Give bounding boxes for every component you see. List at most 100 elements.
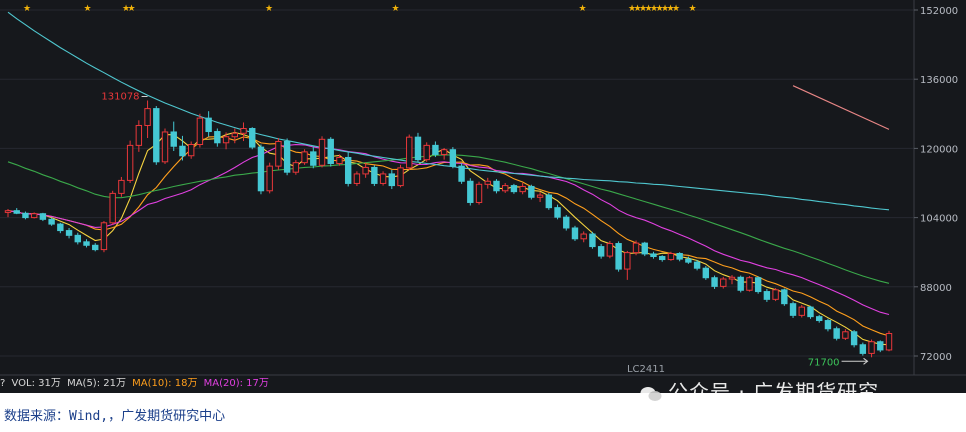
candlestick	[371, 165, 378, 187]
candle-body	[606, 243, 614, 257]
ma-line-3	[7, 154, 890, 284]
volume-value: VOL: 31万	[11, 378, 61, 389]
candlestick	[458, 163, 465, 184]
candlestick	[362, 162, 369, 178]
candle-body	[667, 252, 675, 261]
candle-body	[222, 136, 230, 144]
candlestick	[850, 330, 858, 348]
candle-body	[240, 128, 247, 134]
candle-body	[179, 145, 186, 157]
candlestick	[397, 164, 404, 188]
candle-body	[519, 185, 526, 193]
candle-body	[746, 277, 753, 291]
candlestick	[615, 241, 622, 272]
candlestick	[414, 132, 422, 163]
candle-body	[406, 136, 413, 169]
candlestick	[580, 231, 587, 243]
candlestick	[22, 211, 29, 220]
candlestick	[440, 147, 448, 160]
candlestick	[746, 275, 753, 292]
y-tick-label: 152000	[920, 6, 958, 17]
candle-body	[624, 252, 631, 270]
candle-body	[693, 261, 701, 269]
candlestick	[772, 288, 779, 302]
candle-body	[92, 244, 99, 251]
candle-body	[344, 156, 352, 184]
candle-body	[754, 277, 762, 293]
star-marker: ★	[127, 4, 135, 14]
candlestick	[240, 122, 247, 142]
candle-body	[30, 213, 38, 219]
candlestick	[74, 232, 81, 245]
candlestick	[48, 217, 55, 226]
candle-body	[711, 277, 718, 287]
candle-body	[528, 185, 535, 198]
candle-body	[4, 210, 12, 213]
candle-body	[440, 149, 448, 155]
candlestick	[249, 127, 256, 150]
candlestick	[222, 132, 230, 150]
candlestick	[92, 243, 99, 252]
candlestick	[39, 212, 47, 222]
volume-ma10: MA(10): 18万	[132, 378, 198, 389]
candle-body	[57, 223, 64, 232]
candle-body	[257, 146, 265, 192]
candle-body	[249, 128, 256, 148]
candle-body	[816, 316, 823, 322]
candlestick	[885, 330, 893, 352]
candlestick	[510, 183, 518, 194]
candlestick	[266, 162, 273, 194]
candlestick	[536, 192, 544, 203]
candle-body	[868, 341, 875, 354]
candlestick	[641, 241, 648, 257]
watermark-text: 公众号 · 广发期货研究	[668, 380, 880, 404]
candlestick	[475, 181, 483, 205]
candlestick	[292, 160, 300, 175]
candle-body	[833, 328, 840, 339]
candle-body	[885, 333, 893, 351]
candlestick	[859, 342, 867, 356]
candle-body	[545, 194, 553, 209]
candle-body	[781, 289, 788, 305]
candle-body	[571, 227, 579, 240]
candle-body	[65, 230, 73, 236]
candlestick	[868, 339, 875, 358]
candle-body	[371, 166, 378, 184]
candlestick	[423, 142, 430, 162]
candlestick	[571, 225, 579, 241]
candle-body	[720, 278, 727, 287]
candlestick	[344, 151, 352, 187]
candlestick	[877, 340, 884, 353]
candlestick	[554, 204, 561, 220]
candle-body	[275, 140, 282, 167]
candle-body	[109, 192, 116, 224]
candlestick	[144, 100, 151, 139]
candlestick	[606, 240, 614, 259]
candlestick	[100, 221, 108, 253]
candlestick	[632, 240, 640, 256]
candle-body	[632, 242, 640, 254]
candlestick	[231, 128, 238, 144]
candle-body	[641, 242, 648, 255]
candle-body	[161, 131, 169, 163]
candle-body	[118, 179, 125, 194]
candle-body	[318, 138, 326, 166]
candlestick	[493, 179, 500, 194]
candlestick	[109, 190, 116, 225]
ma-line-5	[792, 85, 890, 130]
candlestick	[327, 137, 334, 167]
candlestick	[484, 177, 491, 189]
wechat-watermark: 公众号 · 广发期货研究	[640, 376, 879, 405]
candle-body	[214, 131, 221, 144]
candle-body	[789, 303, 797, 316]
candle-body	[850, 331, 858, 346]
candle-body	[423, 144, 430, 161]
star-marker: ★	[688, 4, 696, 14]
candlestick	[781, 288, 788, 306]
candlestick	[833, 326, 840, 341]
candle-body	[458, 165, 465, 182]
candlestick	[737, 275, 744, 293]
y-tick-label: 104000	[920, 214, 958, 225]
candle-body	[414, 136, 422, 161]
candlestick	[650, 251, 657, 259]
